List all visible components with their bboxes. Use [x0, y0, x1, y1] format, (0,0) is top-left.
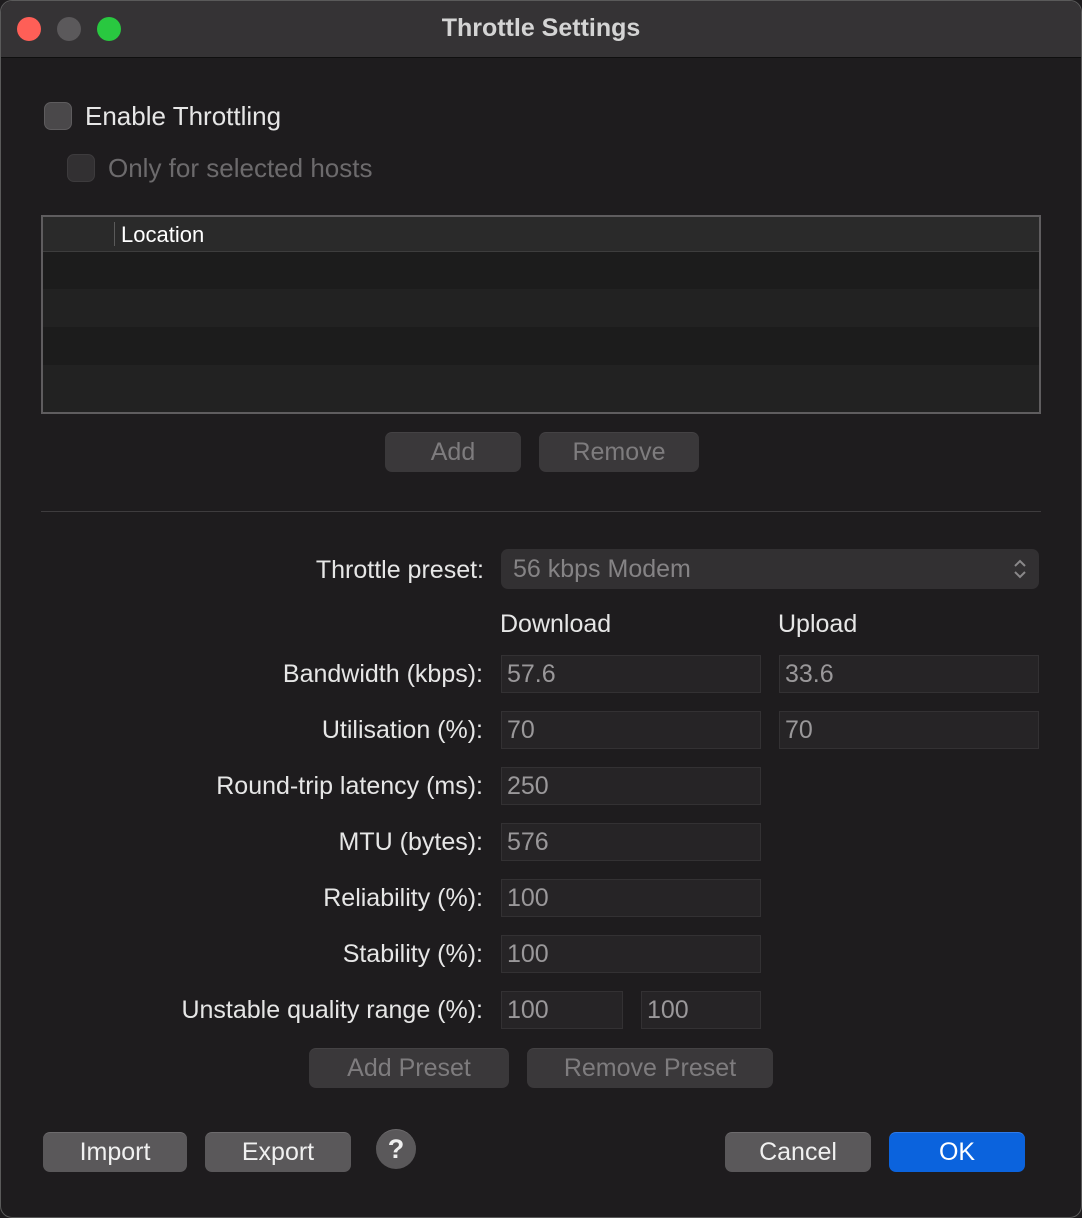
section-divider: [41, 511, 1041, 512]
remove-host-button[interactable]: Remove: [539, 432, 699, 472]
ok-button[interactable]: OK: [889, 1132, 1025, 1172]
mtu-field[interactable]: 576: [501, 823, 761, 861]
mtu-label: MTU (bytes):: [338, 828, 483, 856]
location-column-header[interactable]: Location: [121, 222, 204, 248]
table-row[interactable]: [43, 327, 1039, 365]
hosts-table[interactable]: Location: [41, 215, 1041, 414]
unstable-quality-min-field[interactable]: 100: [501, 991, 623, 1029]
utilisation-upload-field[interactable]: 70: [779, 711, 1039, 749]
throttle-preset-label: Throttle preset:: [315, 556, 484, 584]
remove-preset-button[interactable]: Remove Preset: [527, 1048, 773, 1088]
export-button[interactable]: Export: [205, 1132, 351, 1172]
table-row[interactable]: [43, 251, 1039, 289]
throttle-preset-select[interactable]: 56 kbps Modem: [501, 549, 1039, 589]
download-column-header: Download: [500, 610, 612, 638]
title-bar[interactable]: Throttle Settings: [1, 1, 1081, 58]
reliability-label: Reliability (%):: [323, 884, 483, 912]
enable-throttling-label[interactable]: Enable Throttling: [85, 101, 281, 132]
bandwidth-label: Bandwidth (kbps):: [282, 660, 483, 688]
help-icon: ?: [387, 1134, 405, 1164]
window-title: Throttle Settings: [441, 14, 641, 42]
upload-column-header: Upload: [778, 610, 858, 638]
selected-hosts-checkbox[interactable]: [67, 154, 95, 182]
unstable-quality-label: Unstable quality range (%):: [181, 996, 483, 1024]
help-button[interactable]: ?: [376, 1129, 416, 1169]
reliability-field[interactable]: 100: [501, 879, 761, 917]
selected-hosts-label[interactable]: Only for selected hosts: [108, 153, 372, 184]
import-button[interactable]: Import: [43, 1132, 187, 1172]
column-separator[interactable]: [114, 222, 115, 246]
stability-label: Stability (%):: [342, 940, 483, 968]
table-row[interactable]: [43, 289, 1039, 327]
stability-field[interactable]: 100: [501, 935, 761, 973]
add-preset-button[interactable]: Add Preset: [309, 1048, 509, 1088]
unstable-quality-max-field[interactable]: 100: [641, 991, 761, 1029]
utilisation-download-field[interactable]: 70: [501, 711, 761, 749]
add-host-button[interactable]: Add: [385, 432, 521, 472]
table-header: Location: [43, 217, 1039, 252]
latency-field[interactable]: 250: [501, 767, 761, 805]
throttle-settings-window: Throttle Settings Enable Throttling Only…: [0, 0, 1082, 1218]
bandwidth-upload-field[interactable]: 33.6: [779, 655, 1039, 693]
updown-chevron-icon: [1014, 559, 1026, 579]
enable-throttling-checkbox[interactable]: [44, 102, 72, 130]
utilisation-label: Utilisation (%):: [321, 716, 483, 744]
throttle-preset-value: 56 kbps Modem: [513, 555, 691, 583]
table-row[interactable]: [43, 365, 1039, 412]
cancel-button[interactable]: Cancel: [725, 1132, 871, 1172]
bandwidth-download-field[interactable]: 57.6: [501, 655, 761, 693]
latency-label: Round-trip latency (ms):: [216, 772, 483, 800]
